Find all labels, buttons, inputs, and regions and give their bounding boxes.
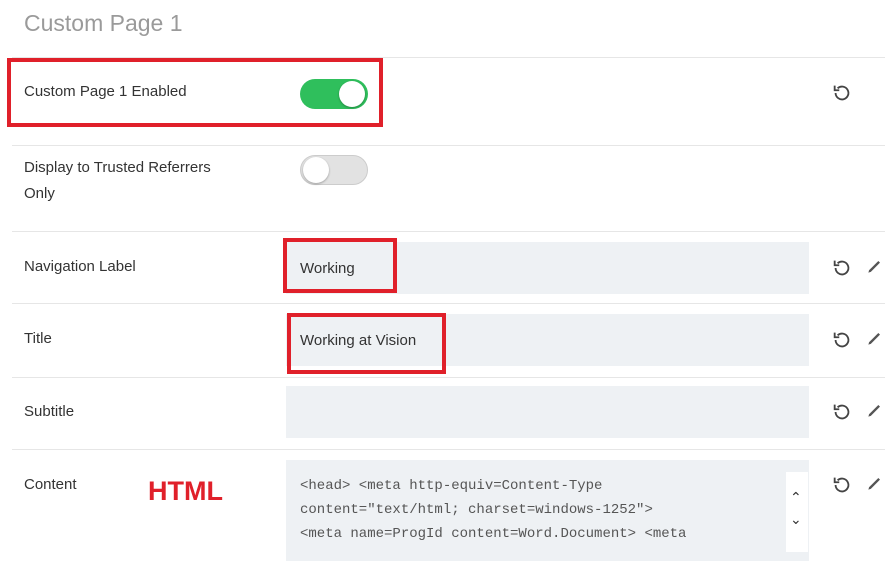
code-line: <head> <meta http-equiv=Content-Type — [300, 478, 603, 494]
enabled-toggle[interactable] — [300, 79, 368, 109]
reset-icon[interactable] — [831, 82, 853, 104]
chevron-down-icon[interactable]: ⌄ — [790, 512, 802, 526]
reset-icon[interactable] — [831, 329, 853, 351]
pencil-icon[interactable] — [865, 399, 885, 421]
trusted-label: Display to Trusted Referrers Only — [24, 155, 211, 207]
trusted-toggle[interactable] — [300, 155, 368, 185]
code-line: content="text/html; charset=windows-1252… — [300, 502, 653, 518]
divider — [12, 145, 885, 146]
content-editor[interactable]: <head> <meta http-equiv=Content-Type con… — [286, 460, 809, 561]
divider — [12, 449, 885, 450]
divider — [12, 57, 885, 58]
nav-label-input[interactable] — [286, 242, 809, 294]
content-code: <head> <meta http-equiv=Content-Type con… — [300, 474, 780, 546]
reset-icon[interactable] — [831, 257, 853, 279]
page-title: Custom Page 1 — [24, 10, 183, 36]
trusted-label-line2: Only — [24, 185, 55, 202]
reset-icon[interactable] — [831, 474, 853, 496]
content-scrollbar[interactable]: ⌃ ⌄ — [786, 472, 808, 552]
html-annotation: HTML — [148, 476, 223, 506]
nav-label-label: Navigation Label — [24, 258, 136, 275]
enabled-label: Custom Page 1 Enabled — [24, 83, 187, 100]
toggle-knob — [339, 81, 365, 107]
subtitle-input[interactable] — [286, 386, 809, 438]
code-line: <meta name=ProgId content=Word.Document>… — [300, 526, 687, 542]
toggle-knob — [303, 157, 329, 183]
pencil-icon[interactable] — [865, 255, 885, 277]
subtitle-label: Subtitle — [24, 403, 75, 420]
content-label: Content — [24, 476, 77, 493]
pencil-icon[interactable] — [865, 327, 885, 349]
reset-icon[interactable] — [831, 401, 853, 423]
divider — [12, 231, 885, 232]
chevron-up-icon[interactable]: ⌃ — [790, 490, 802, 504]
title-input[interactable] — [286, 314, 809, 366]
title-label: Title — [24, 330, 52, 347]
pencil-icon[interactable] — [865, 472, 885, 494]
divider — [12, 303, 885, 304]
trusted-label-line1: Display to Trusted Referrers — [24, 159, 211, 176]
divider — [12, 377, 885, 378]
